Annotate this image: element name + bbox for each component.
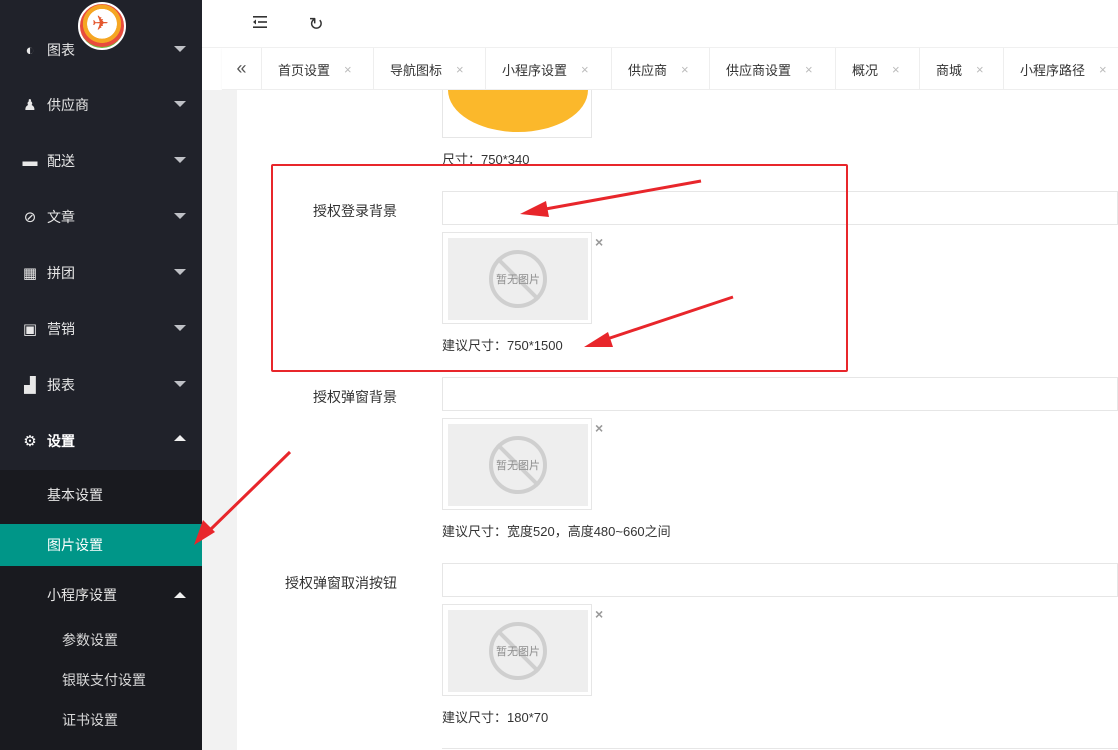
tab-home-settings[interactable]: 首页设置 ×	[262, 48, 374, 89]
sidebar-item-groupbuy[interactable]: ▦ 拼团	[0, 245, 202, 301]
chevron-up-icon	[174, 435, 186, 441]
submenu-item-miniapp[interactable]: 小程序设置	[0, 574, 202, 616]
sidebar: ◐ 图表 ♟ 供应商 ▬ 配送 ⊘ 文章 ▦ 拼团 ▣ 营销 ▟ 报表 ⚙ 设置	[0, 0, 202, 750]
chevron-down-icon	[174, 325, 186, 331]
grid-icon: ▦	[22, 265, 38, 282]
tab-miniapp-path[interactable]: 小程序路径 ×	[1004, 48, 1118, 89]
tab-mall[interactable]: 商城 ×	[920, 48, 1004, 89]
delete-image-icon[interactable]: ×	[595, 420, 603, 436]
sidebar-item-label: 配送	[47, 153, 75, 169]
sidebar-item-label: 文章	[47, 209, 75, 225]
menu-collapse-icon[interactable]	[248, 12, 272, 36]
chevron-down-icon	[174, 213, 186, 219]
chart-icon: ◐	[25, 41, 35, 59]
sidebar-item-delivery[interactable]: ▬ 配送	[0, 133, 202, 189]
sidebar-item-label: 营销	[47, 321, 75, 337]
chevron-down-icon	[174, 381, 186, 387]
compass-icon: ⊘	[23, 209, 37, 226]
popup-cancel-input[interactable]	[442, 563, 1118, 597]
tab-nav-icons[interactable]: 导航图标 ×	[374, 48, 486, 89]
top-header: ↻	[202, 0, 1118, 48]
popup-bg-input[interactable]	[442, 377, 1118, 411]
sidebar-item-label: 报表	[47, 377, 75, 393]
tab-supplier-settings[interactable]: 供应商设置 ×	[710, 48, 836, 89]
plane-icon: ✈	[92, 13, 109, 35]
close-icon[interactable]: ×	[976, 62, 984, 77]
top-image-preview[interactable]	[442, 90, 592, 138]
close-icon[interactable]: ×	[805, 62, 813, 77]
size-hint: 建议尺寸：宽度520，高度480~660之间	[442, 524, 671, 539]
field-label-popup-bg: 授权弹窗背景	[313, 389, 397, 405]
tab-overview[interactable]: 概况 ×	[836, 48, 920, 89]
gear-icon: ⚙	[23, 433, 37, 450]
popup-cancel-image-box[interactable]: 暂无图片	[442, 604, 592, 696]
close-icon[interactable]: ×	[1099, 62, 1107, 77]
image-placeholder: 暂无图片	[448, 424, 588, 506]
close-icon[interactable]: ×	[581, 62, 589, 77]
submenu-item-image[interactable]: 图片设置	[0, 524, 202, 566]
submenu-item-params[interactable]: 参数设置	[0, 620, 202, 660]
close-icon[interactable]: ×	[456, 62, 464, 77]
settings-submenu: 基本设置 图片设置 小程序设置 参数设置 银联支付设置 证书设置	[0, 470, 202, 750]
submenu-item-cert[interactable]: 证书设置	[0, 700, 202, 740]
annotation-highlight-box	[271, 164, 848, 372]
chevron-down-icon	[174, 269, 186, 275]
sidebar-item-article[interactable]: ⊘ 文章	[0, 189, 202, 245]
sidebar-item-supplier[interactable]: ♟ 供应商	[0, 77, 202, 133]
sidebar-item-label: 供应商	[47, 97, 89, 113]
tab-bar: « 首页设置 × 导航图标 × 小程序设置 × 供应商 × 供应商设置 × 概况…	[222, 48, 1118, 90]
submenu-item-unionpay[interactable]: 银联支付设置	[0, 660, 202, 700]
submenu-item-basic[interactable]: 基本设置	[0, 474, 202, 516]
app-logo[interactable]: ✈	[78, 2, 126, 50]
sidebar-item-marketing[interactable]: ▣ 营销	[0, 301, 202, 357]
refresh-icon[interactable]: ↻	[304, 12, 328, 36]
bar-chart-icon: ▟	[24, 377, 36, 394]
chevron-down-icon	[174, 157, 186, 163]
sidebar-item-label: 拼团	[47, 265, 75, 281]
popup-bg-image-box[interactable]: 暂无图片	[442, 418, 592, 510]
truck-icon: ▬	[22, 152, 38, 170]
tab-supplier[interactable]: 供应商 ×	[612, 48, 710, 89]
chevron-down-icon	[174, 101, 186, 107]
image-placeholder: 暂无图片	[448, 610, 588, 692]
chevron-down-icon	[174, 46, 186, 52]
users-icon: ♟	[23, 97, 37, 114]
delete-image-icon[interactable]: ×	[595, 606, 603, 622]
sidebar-item-label: 图表	[47, 42, 75, 58]
sidebar-item-settings[interactable]: ⚙ 设置	[0, 413, 202, 469]
sidebar-item-label: 设置	[47, 433, 75, 449]
tab-miniapp-settings[interactable]: 小程序设置 ×	[486, 48, 612, 89]
sidebar-item-report[interactable]: ▟ 报表	[0, 357, 202, 413]
close-icon[interactable]: ×	[892, 62, 900, 77]
uploaded-image	[448, 90, 588, 132]
chevron-up-icon	[174, 592, 186, 598]
close-icon[interactable]: ×	[681, 62, 689, 77]
tab-scroll-left-button[interactable]: «	[222, 48, 262, 89]
gift-icon: ▣	[22, 321, 38, 338]
field-label-popup-cancel: 授权弹窗取消按钮	[285, 575, 397, 591]
size-hint: 建议尺寸：180*70	[442, 710, 549, 725]
close-icon[interactable]: ×	[344, 62, 352, 77]
